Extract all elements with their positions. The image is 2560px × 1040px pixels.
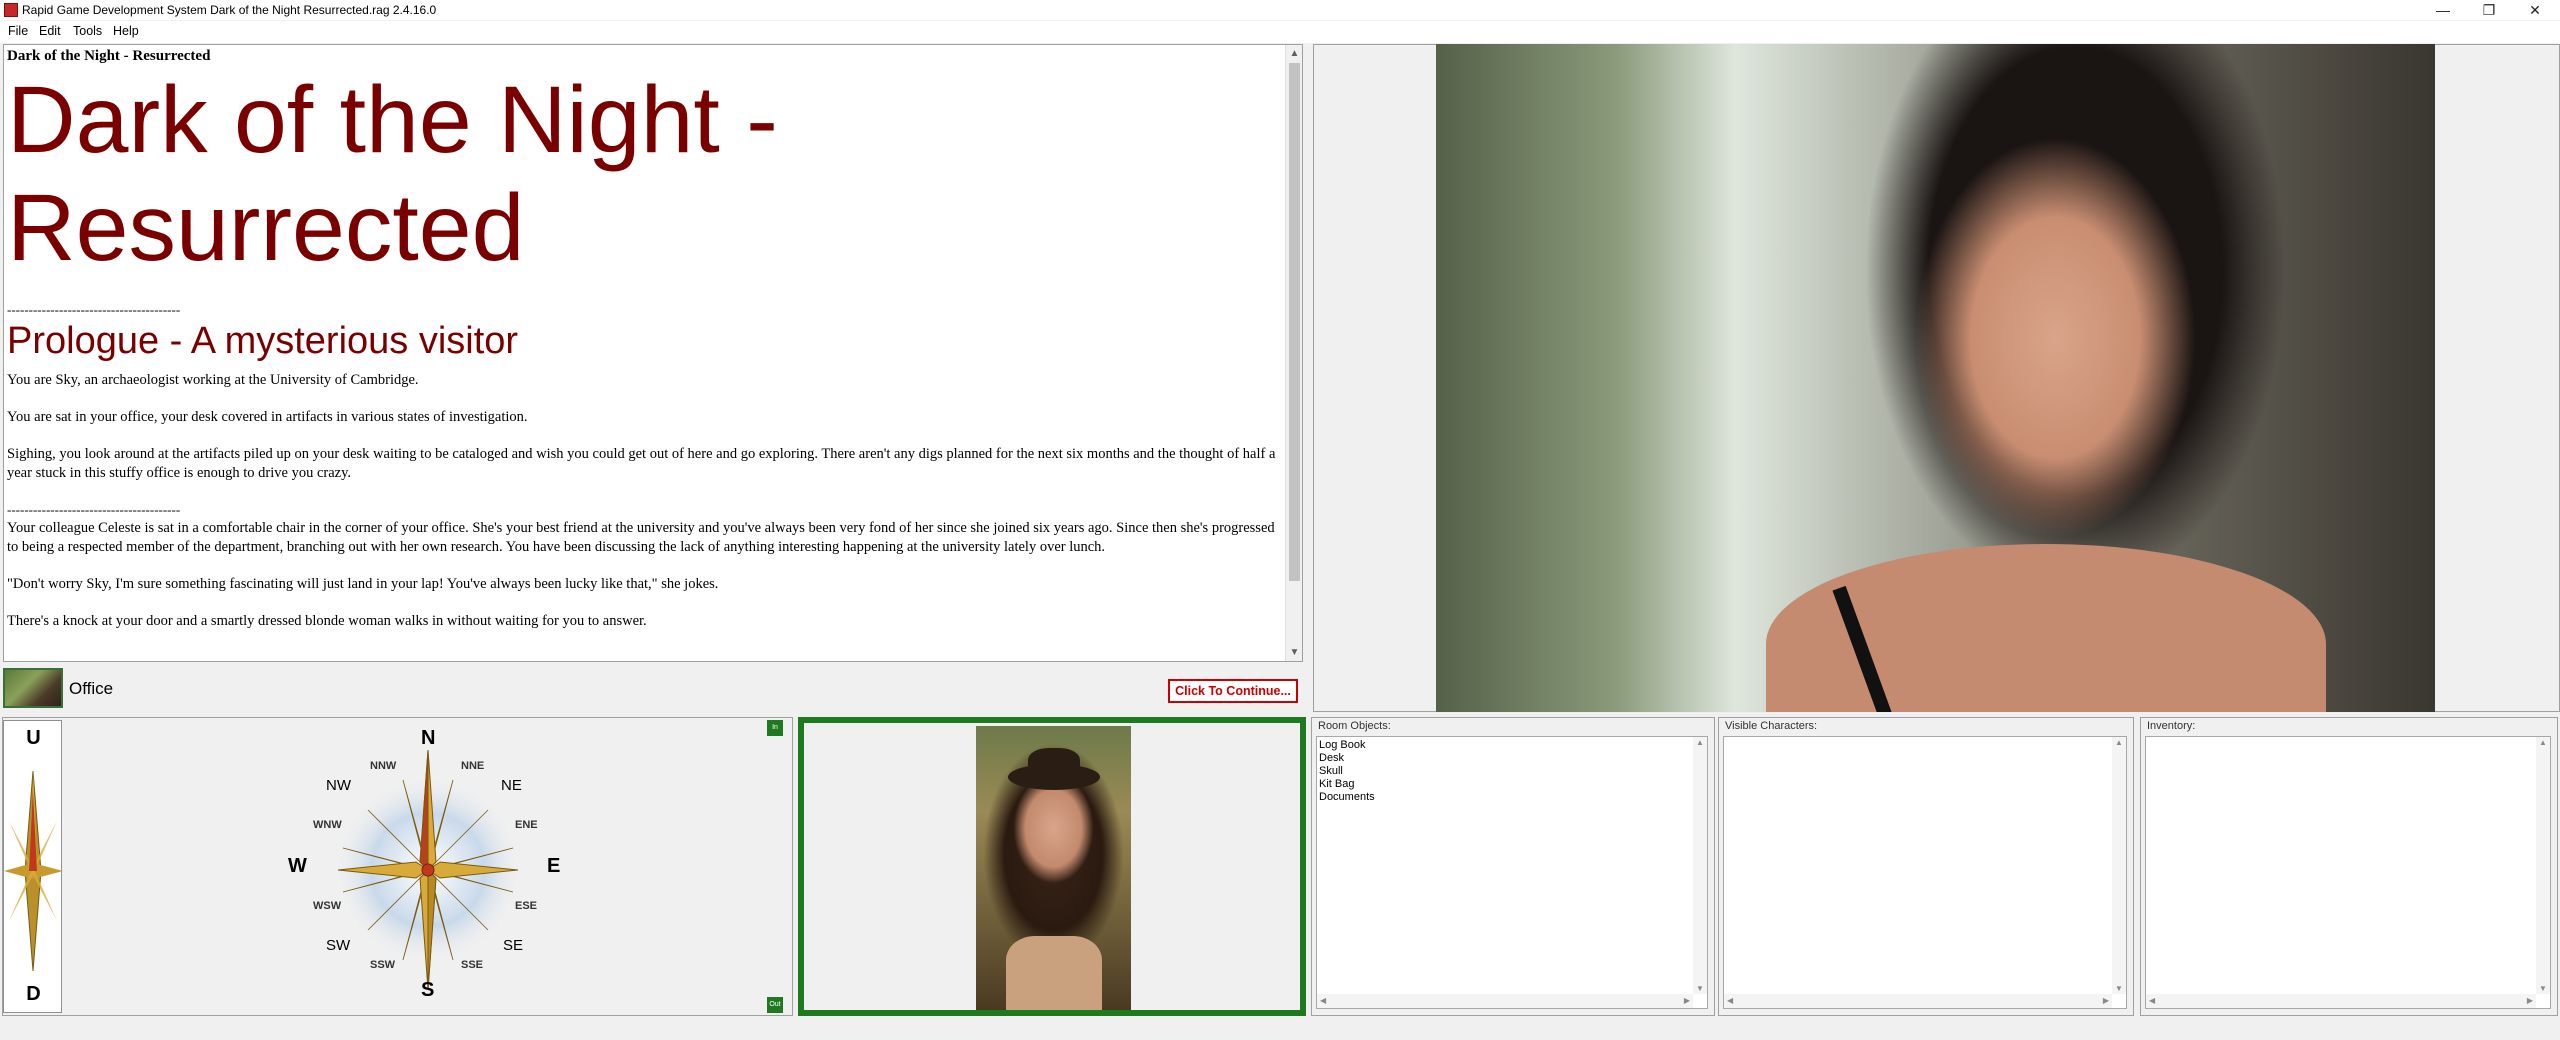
scroll-up-icon[interactable]: ▲	[2115, 738, 2123, 747]
player-portrait-image[interactable]	[976, 726, 1131, 1010]
menu-edit[interactable]: Edit	[39, 24, 61, 38]
room-objects-caption: Room Objects:	[1318, 720, 1391, 732]
menu-file[interactable]: File	[8, 24, 28, 38]
list-horizontal-scrollbar[interactable]: ◀ ▶	[1317, 994, 1693, 1008]
scroll-right-icon[interactable]: ▶	[1684, 996, 1690, 1005]
up-button[interactable]: U	[4, 727, 63, 750]
list-item[interactable]: Documents	[1319, 791, 1375, 804]
restore-button[interactable]: ❐	[2466, 0, 2512, 20]
story-output-panel[interactable]: Dark of the Night - Resurrected Dark of …	[3, 44, 1303, 662]
scroll-down-icon[interactable]: ▼	[1286, 644, 1302, 661]
character-portrait-image	[1436, 44, 2435, 712]
inventory-list[interactable]: ▲ ▼ ◀ ▶	[2145, 736, 2551, 1009]
scroll-up-icon[interactable]: ▲	[1286, 45, 1302, 62]
title-bar: Rapid Game Development System Dark of th…	[0, 0, 2560, 20]
compass-southeast-button[interactable]: SE	[503, 937, 523, 954]
visible-characters-list[interactable]: ▲ ▼ ◀ ▶	[1723, 736, 2127, 1009]
compass-nne-button[interactable]: NNE	[461, 760, 484, 772]
hat-brim	[1008, 764, 1100, 790]
room-objects-group: Room Objects: Log Book Desk Skull Kit Ba…	[1311, 717, 1715, 1016]
scroll-up-icon[interactable]: ▲	[2539, 738, 2547, 747]
scroll-down-icon[interactable]: ▼	[1696, 984, 1704, 993]
story-paragraph: "Don't worry Sky, I'm sure something fas…	[7, 576, 719, 592]
list-item[interactable]: Skull	[1319, 765, 1375, 778]
continue-button[interactable]: Click To Continue...	[1168, 679, 1298, 703]
room-thumbnail[interactable]	[3, 668, 63, 708]
room-name: Office	[69, 679, 114, 698]
scroll-down-icon[interactable]: ▼	[2539, 984, 2547, 993]
out-button[interactable]: Out	[767, 997, 783, 1013]
app-icon	[4, 3, 18, 17]
room-objects-list[interactable]: Log Book Desk Skull Kit Bag Documents ▲ …	[1316, 736, 1708, 1009]
compass-ssw-button[interactable]: SSW	[370, 959, 395, 971]
story-text-area: Dark of the Night - Resurrected Dark of …	[7, 48, 1282, 658]
visible-characters-caption: Visible Characters:	[1725, 720, 1818, 732]
story-paragraph: There's a knock at your door and a smart…	[7, 613, 647, 629]
in-button[interactable]: In	[767, 720, 783, 736]
compass-south-button[interactable]: S	[421, 979, 434, 1002]
list-vertical-scrollbar[interactable]: ▲ ▼	[2112, 737, 2126, 994]
scroll-down-icon[interactable]: ▼	[2115, 984, 2123, 993]
story-subtitle: Prologue - A mysterious visitor	[7, 320, 519, 362]
story-divider: ----------------------------------------	[7, 302, 181, 317]
down-button[interactable]: D	[4, 983, 63, 1006]
scroll-left-icon[interactable]: ◀	[1320, 996, 1326, 1005]
compass-sse-button[interactable]: SSE	[461, 959, 483, 971]
compass-ene-button[interactable]: ENE	[515, 819, 538, 831]
window-title: Rapid Game Development System Dark of th…	[22, 3, 437, 17]
list-vertical-scrollbar[interactable]: ▲ ▼	[1693, 737, 1707, 994]
compass-nnw-button[interactable]: NNW	[370, 760, 396, 772]
story-heading: Dark of the Night - Resurrected	[7, 48, 211, 64]
menu-help[interactable]: Help	[113, 24, 139, 38]
story-paragraph: Sighing, you look around at the artifact…	[7, 446, 1276, 481]
story-title-line-2: Resurrected	[7, 175, 525, 281]
compass-rose-icon	[333, 749, 523, 991]
story-paragraph: You are Sky, an archaeologist working at…	[7, 372, 419, 388]
list-item[interactable]: Log Book	[1319, 739, 1375, 752]
compass-northwest-button[interactable]: NW	[326, 777, 351, 794]
scroll-left-icon[interactable]: ◀	[2149, 996, 2155, 1005]
compass-ese-button[interactable]: ESE	[515, 900, 537, 912]
list-item[interactable]: Desk	[1319, 752, 1375, 765]
story-paragraph: You are sat in your office, your desk co…	[7, 409, 528, 425]
compass-southwest-button[interactable]: SW	[326, 937, 350, 954]
menu-tools[interactable]: Tools	[73, 24, 102, 38]
compass-east-button[interactable]: E	[547, 855, 560, 878]
compass-northeast-button[interactable]: NE	[501, 777, 522, 794]
inventory-group: Inventory: ▲ ▼ ◀ ▶	[2140, 717, 2558, 1016]
compass-north-button[interactable]: N	[421, 727, 435, 750]
up-down-strip: U D	[3, 720, 63, 1013]
list-item[interactable]: Kit Bag	[1319, 778, 1375, 791]
player-top	[1006, 936, 1102, 1010]
compass-wnw-button[interactable]: WNW	[313, 819, 342, 831]
inventory-caption: Inventory:	[2147, 720, 2196, 732]
list-horizontal-scrollbar[interactable]: ◀ ▶	[1724, 994, 2112, 1008]
compass-west-button[interactable]: W	[288, 855, 307, 878]
menu-bar: File Edit Tools Help	[0, 21, 2560, 43]
scroll-right-icon[interactable]: ▶	[2103, 996, 2109, 1005]
story-scrollbar[interactable]: ▲ ▼	[1285, 45, 1302, 661]
visible-characters-group: Visible Characters: ▲ ▼ ◀ ▶	[1718, 717, 2134, 1016]
scroll-left-icon[interactable]: ◀	[1727, 996, 1733, 1005]
list-horizontal-scrollbar[interactable]: ◀ ▶	[2146, 994, 2536, 1008]
story-divider: ----------------------------------------	[7, 502, 181, 517]
story-paragraph: Your colleague Celeste is sat in a comfo…	[7, 520, 1275, 555]
minimize-button[interactable]: —	[2420, 0, 2466, 20]
list-vertical-scrollbar[interactable]: ▲ ▼	[2536, 737, 2550, 994]
compass-wsw-button[interactable]: WSW	[313, 900, 341, 912]
story-title-line-1: Dark of the Night -	[7, 67, 778, 173]
up-down-star-icon	[4, 770, 63, 972]
close-button[interactable]: ✕	[2512, 0, 2558, 20]
scroll-right-icon[interactable]: ▶	[2527, 996, 2533, 1005]
scroll-up-icon[interactable]: ▲	[1696, 738, 1704, 747]
scrollbar-thumb[interactable]	[1289, 63, 1300, 581]
